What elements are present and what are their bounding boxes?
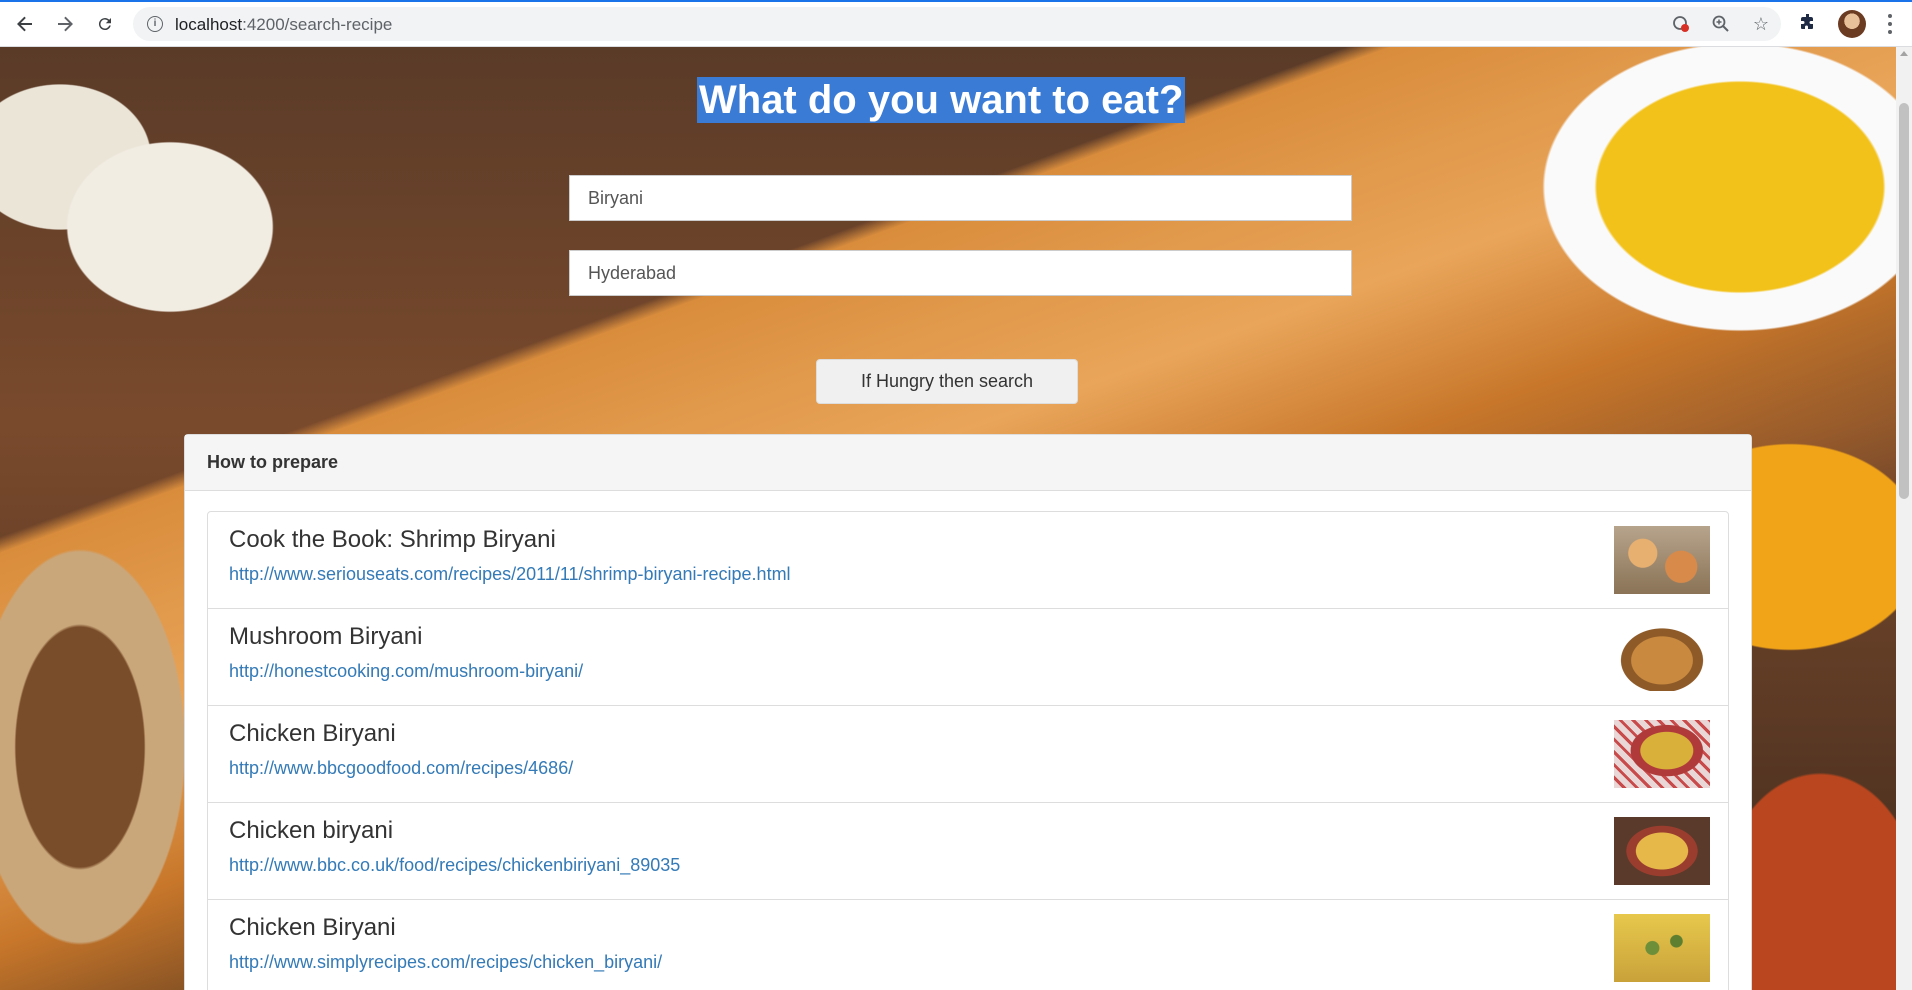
back-arrow-icon <box>17 16 32 32</box>
zoom-icon[interactable] <box>1711 14 1731 34</box>
recipe-link[interactable]: http://www.bbc.co.uk/food/recipes/chicke… <box>229 855 680 876</box>
forward-button[interactable] <box>49 8 81 40</box>
reload-icon <box>98 18 111 31</box>
recipe-search-input[interactable]: Biryani <box>569 175 1352 221</box>
url-path: :4200/search-recipe <box>242 15 393 34</box>
results-panel: How to prepare Cook the Book: Shrimp Bir… <box>184 434 1752 990</box>
list-item: Chicken biryani http://www.bbc.co.uk/foo… <box>207 802 1729 900</box>
back-button[interactable] <box>9 8 41 40</box>
url-host: localhost <box>175 15 243 34</box>
recipe-title: Mushroom Biryani <box>229 623 423 650</box>
recipe-thumbnail <box>1614 817 1710 885</box>
recipe-link[interactable]: http://www.bbcgoodfood.com/recipes/4686/ <box>229 758 573 779</box>
recipe-thumbnail <box>1614 526 1710 594</box>
recipe-thumbnail <box>1614 720 1710 788</box>
page-background: What do you want to eat? Biryani Hyderab… <box>0 47 1896 990</box>
recipe-title: Chicken biryani <box>229 817 394 844</box>
reload-button[interactable] <box>89 8 121 40</box>
recipe-link[interactable]: http://www.simplyrecipes.com/recipes/chi… <box>229 952 662 973</box>
recipe-title: Cook the Book: Shrimp Biryani <box>229 526 556 553</box>
recipe-title: Chicken Biryani <box>229 720 396 747</box>
page-scrollbar[interactable] <box>1896 47 1912 990</box>
forward-arrow-icon <box>58 16 73 32</box>
address-bar[interactable]: i localhost:4200/search-recipe ☆ <box>133 7 1781 41</box>
recipe-title: Chicken Biryani <box>229 914 396 941</box>
recipe-thumbnail <box>1614 914 1710 982</box>
list-item: Chicken Biryani http://www.bbcgoodfood.c… <box>207 705 1729 803</box>
browser-toolbar: i localhost:4200/search-recipe ☆ <box>0 0 1912 47</box>
results-heading: How to prepare <box>185 435 1751 491</box>
url-text[interactable]: localhost:4200/search-recipe <box>175 15 392 35</box>
list-item: Mushroom Biryani http://honestcooking.co… <box>207 608 1729 706</box>
list-item: Cook the Book: Shrimp Biryani http://www… <box>207 511 1729 609</box>
recipe-link[interactable]: http://www.seriouseats.com/recipes/2011/… <box>229 564 791 585</box>
scroll-up-icon[interactable] <box>1900 51 1908 56</box>
blocked-content-icon[interactable] <box>1671 14 1691 34</box>
location-input[interactable]: Hyderabad <box>569 250 1352 296</box>
loading-indicator <box>0 0 1912 2</box>
bookmark-star-icon[interactable]: ☆ <box>1751 14 1771 34</box>
list-item: Chicken Biryani http://www.simplyrecipes… <box>207 899 1729 990</box>
browser-menu-icon[interactable] <box>1880 10 1900 38</box>
recipe-link[interactable]: http://honestcooking.com/mushroom-biryan… <box>229 661 583 682</box>
profile-avatar[interactable] <box>1838 10 1866 38</box>
extensions-puzzle-icon[interactable] <box>1797 12 1821 36</box>
site-info-icon[interactable]: i <box>147 16 163 32</box>
scrollbar-thumb[interactable] <box>1899 103 1909 499</box>
results-list: Cook the Book: Shrimp Biryani http://www… <box>207 511 1729 990</box>
search-button[interactable]: If Hungry then search <box>816 359 1078 404</box>
page-title: What do you want to eat? <box>697 77 1186 123</box>
recipe-thumbnail <box>1614 623 1710 691</box>
